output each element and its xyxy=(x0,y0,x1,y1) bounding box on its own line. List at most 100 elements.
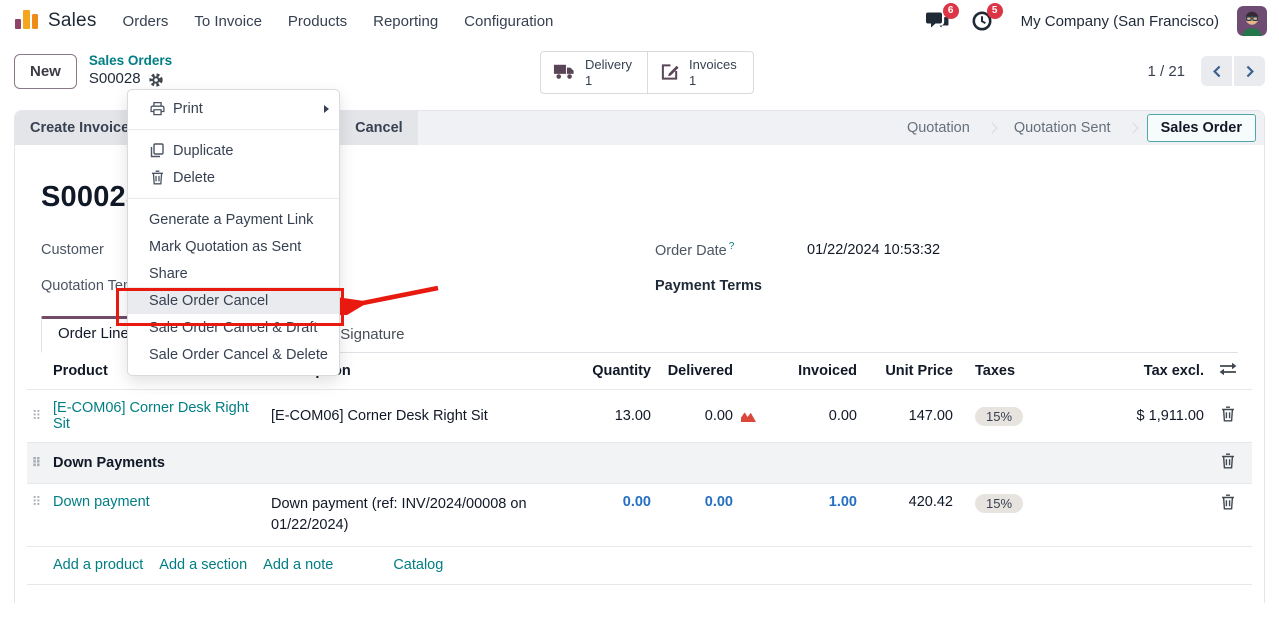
delete-line-icon[interactable] xyxy=(1212,494,1244,510)
activities-badge: 5 xyxy=(987,3,1003,19)
messages-badge: 6 xyxy=(943,3,959,19)
invoices-smart-button[interactable]: Invoices 1 xyxy=(647,52,753,93)
gear-icon[interactable] xyxy=(148,72,164,88)
drag-handle[interactable]: ⠿ xyxy=(27,445,53,481)
help-question-icon: ? xyxy=(729,241,735,252)
nav-to-invoice[interactable]: To Invoice xyxy=(194,13,262,30)
menu-print[interactable]: Print xyxy=(128,95,339,122)
order-date-label: Order Date? xyxy=(655,241,785,259)
tax-tag[interactable]: 15% xyxy=(975,494,1023,513)
product-link[interactable]: [E-COM06] Corner Desk Right Sit xyxy=(53,400,249,432)
smart-buttons: Delivery 1 Invoices 1 xyxy=(540,51,754,94)
delete-section-icon[interactable] xyxy=(1212,453,1244,469)
line-invoiced[interactable]: 0.00 xyxy=(761,398,865,434)
adjust-columns-icon[interactable] xyxy=(1212,353,1252,389)
create-invoice-button[interactable]: Create Invoice xyxy=(15,111,144,145)
menu-share[interactable]: Share xyxy=(128,260,339,287)
new-button[interactable]: New xyxy=(14,54,77,89)
cancel-button[interactable]: Cancel xyxy=(340,111,418,145)
copy-icon xyxy=(149,143,165,158)
trash-icon xyxy=(149,170,165,185)
col-invoiced[interactable]: Invoiced xyxy=(761,354,865,388)
breadcrumb-current: S00028 xyxy=(89,70,141,89)
truck-icon xyxy=(553,62,576,83)
menu-delete[interactable]: Delete xyxy=(128,164,339,191)
menu-sale-order-cancel-draft[interactable]: Sale Order Cancel & Draft xyxy=(128,314,339,341)
delivery-smart-button[interactable]: Delivery 1 xyxy=(541,52,647,93)
pager-count: 1 / 21 xyxy=(1147,63,1185,80)
stage-separator-icon xyxy=(986,122,997,133)
add-a-section-link[interactable]: Add a section xyxy=(159,557,247,573)
down-payment-row: ⠿ Down payment Down payment (ref: INV/20… xyxy=(27,484,1252,547)
smart-button-value: 1 xyxy=(689,73,696,89)
smart-button-label: Invoices xyxy=(689,57,737,73)
forecast-alert-icon[interactable] xyxy=(740,409,757,423)
app-name: Sales xyxy=(48,10,97,32)
menu-mark-quotation-sent[interactable]: Mark Quotation as Sent xyxy=(128,233,339,260)
messages-icon[interactable]: 6 xyxy=(925,9,951,33)
line-unit-price[interactable]: 420.42 xyxy=(865,484,961,520)
section-label[interactable]: Down Payments xyxy=(53,445,1212,481)
drag-handle[interactable]: ⠿ xyxy=(27,398,53,434)
table-footer-links: Add a product Add a section Add a note C… xyxy=(27,547,1252,585)
stage-quotation[interactable]: Quotation xyxy=(899,115,978,141)
line-unit-price[interactable]: 147.00 xyxy=(865,398,961,434)
smart-button-value: 1 xyxy=(585,73,592,89)
breadcrumb: Sales Orders S00028 xyxy=(89,53,172,89)
section-row: ⠿ Down Payments xyxy=(27,443,1252,484)
sales-app-menu[interactable]: Sales xyxy=(14,6,97,37)
tax-tag[interactable]: 15% xyxy=(975,407,1023,426)
smart-button-label: Delivery xyxy=(585,57,632,73)
menu-divider xyxy=(128,198,339,199)
order-lines-table: Product Description Quantity Delivered I… xyxy=(27,353,1252,585)
col-unit-price[interactable]: Unit Price xyxy=(865,354,961,388)
nav-products[interactable]: Products xyxy=(288,13,347,30)
action-dropdown-menu: Print Duplicate Delete Generate a Paymen… xyxy=(127,89,340,376)
submenu-caret-icon xyxy=(324,105,329,113)
activities-clock-icon[interactable]: 5 xyxy=(969,9,995,33)
col-delivered[interactable]: Delivered xyxy=(659,354,761,388)
menu-divider xyxy=(128,129,339,130)
line-quantity[interactable]: 13.00 xyxy=(571,398,659,434)
breadcrumb-sales-orders[interactable]: Sales Orders xyxy=(89,53,172,70)
order-line-row: ⠿ [E-COM06] Corner Desk Right Sit [E-COM… xyxy=(27,390,1252,443)
printer-icon xyxy=(149,101,165,116)
line-quantity[interactable]: 0.00 xyxy=(571,484,659,520)
menu-generate-payment-link[interactable]: Generate a Payment Link xyxy=(128,206,339,233)
menu-sale-order-cancel-delete[interactable]: Sale Order Cancel & Delete xyxy=(128,341,339,368)
add-a-note-link[interactable]: Add a note xyxy=(263,557,333,573)
stage-sales-order[interactable]: Sales Order xyxy=(1147,114,1256,142)
line-delivered[interactable]: 0.00 xyxy=(659,398,761,434)
order-date-value[interactable]: 01/22/2024 10:53:32 xyxy=(807,242,940,258)
col-tax-excl[interactable]: Tax excl. xyxy=(1073,354,1212,388)
col-quantity[interactable]: Quantity xyxy=(571,354,659,388)
company-switcher[interactable]: My Company (San Francisco) xyxy=(1021,13,1219,30)
invoice-pencil-icon xyxy=(660,62,680,84)
pager-next-button[interactable] xyxy=(1234,56,1265,86)
nav-reporting[interactable]: Reporting xyxy=(373,13,438,30)
col-taxes[interactable]: Taxes xyxy=(961,354,1073,388)
user-avatar[interactable] xyxy=(1237,6,1267,36)
menu-sale-order-cancel[interactable]: Sale Order Cancel xyxy=(128,287,339,314)
nav-orders[interactable]: Orders xyxy=(123,13,169,30)
product-link[interactable]: Down payment xyxy=(53,494,150,510)
top-nav: Sales Orders To Invoice Products Reporti… xyxy=(0,0,1279,42)
line-subtotal: $ 1,911.00 xyxy=(1073,398,1212,434)
payment-terms-label: Payment Terms xyxy=(655,278,762,294)
line-invoiced[interactable]: 1.00 xyxy=(761,484,865,520)
drag-handle[interactable]: ⠿ xyxy=(27,484,53,520)
odoo-sales-screen: Sales Orders To Invoice Products Reporti… xyxy=(0,0,1279,617)
nav-configuration[interactable]: Configuration xyxy=(464,13,553,30)
catalog-link[interactable]: Catalog xyxy=(393,557,443,573)
menu-duplicate[interactable]: Duplicate xyxy=(128,137,339,164)
line-delivered[interactable]: 0.00 xyxy=(659,484,761,520)
line-description[interactable]: Down payment (ref: INV/2024/00008 on 01/… xyxy=(271,484,539,546)
stage-pipeline: Quotation Quotation Sent Sales Order xyxy=(899,111,1264,145)
bar-chart-logo-icon xyxy=(14,6,39,37)
delete-line-icon[interactable] xyxy=(1212,406,1244,422)
line-description[interactable]: [E-COM06] Corner Desk Right Sit xyxy=(271,398,571,434)
stage-separator-icon xyxy=(1127,122,1138,133)
stage-quotation-sent[interactable]: Quotation Sent xyxy=(1006,115,1119,141)
pager-previous-button[interactable] xyxy=(1201,56,1232,86)
add-a-product-link[interactable]: Add a product xyxy=(53,557,143,573)
